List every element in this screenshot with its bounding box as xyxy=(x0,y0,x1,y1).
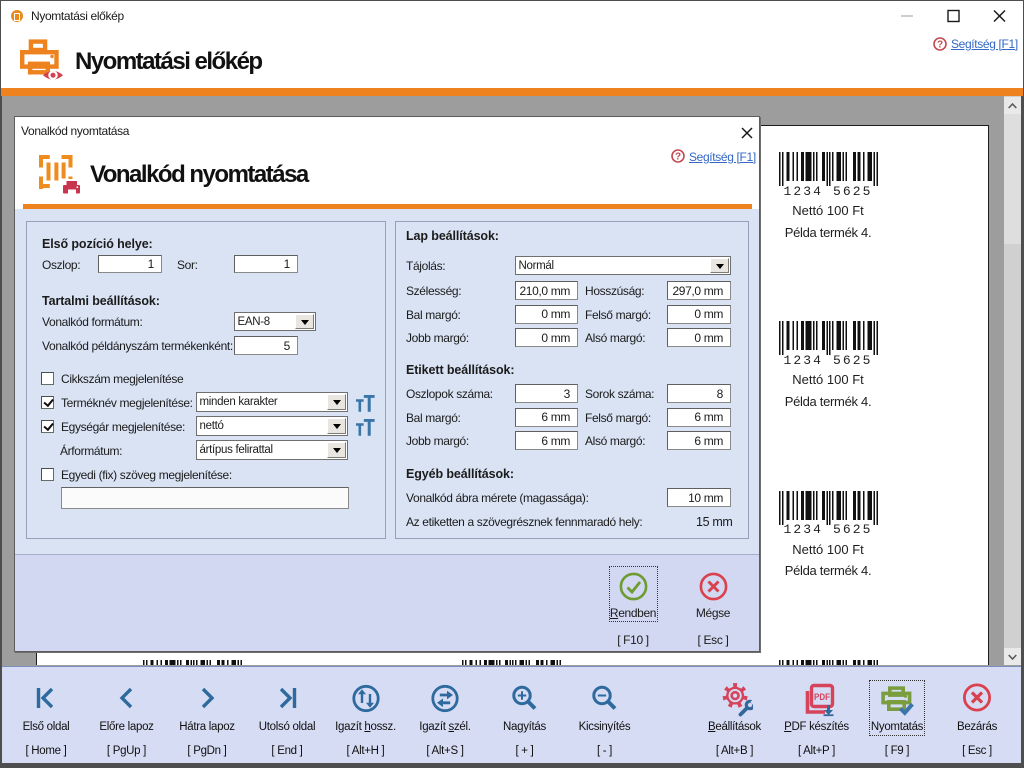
svg-text:?: ? xyxy=(937,40,943,51)
svg-text:PDF: PDF xyxy=(814,692,830,702)
svg-text:?: ? xyxy=(675,152,681,163)
